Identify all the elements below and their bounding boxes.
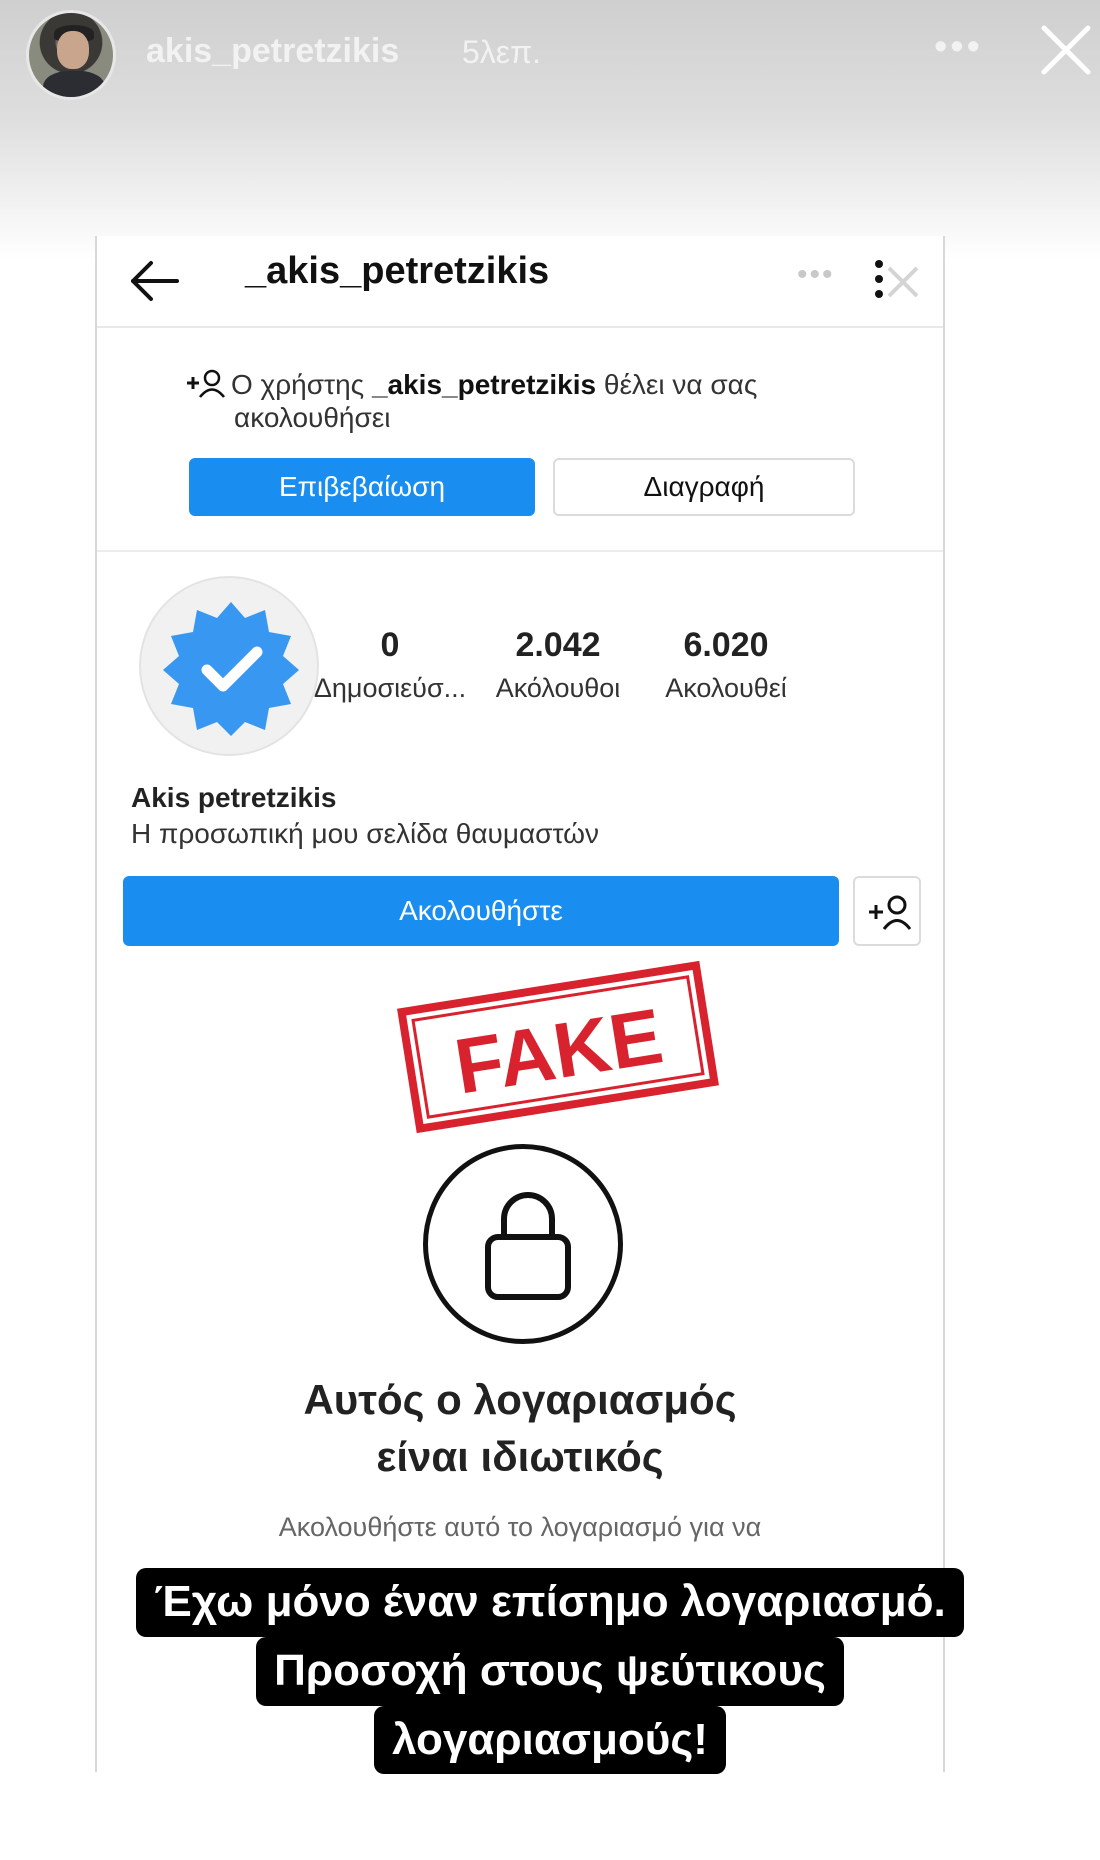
request-prefix: Ο χρήστης [231, 369, 372, 400]
more-options-icon[interactable]: ••• [934, 26, 983, 69]
caption-line3: λογαριασμούς! [374, 1705, 726, 1775]
follow-button[interactable]: Ακολουθήστε [123, 876, 839, 946]
follow-request-text: Ο χρήστης _akis_petretzikis θέλει να σας [185, 368, 757, 402]
private-title-line2: είναι ιδιωτικός [376, 1432, 664, 1480]
private-account-subtitle: Ακολουθήστε αυτό το λογαριασμό για να [278, 1512, 762, 1542]
lock-icon [485, 1192, 571, 1300]
stat-following-label: Ακολουθεί [665, 673, 787, 703]
suggest-people-button[interactable] [853, 876, 921, 946]
stat-posts[interactable]: 0 Δημοσιεύσ... [305, 626, 475, 704]
stat-following-value: 6.020 [683, 626, 769, 664]
faded-more-icon: ••• [797, 258, 835, 291]
follow-request-text-line2: ακολουθήσει [234, 402, 391, 433]
avatar[interactable] [26, 10, 116, 100]
caption-line1: Έχω μόνο έναν επίσημο λογαριασμό. [136, 1568, 964, 1637]
profile-picture[interactable] [139, 576, 319, 756]
close-icon[interactable] [1036, 20, 1096, 80]
profile-screenshot: _akis_petretzikis ••• Ο χρήστης _akis_pe… [95, 236, 945, 1772]
story-username[interactable]: akis_petretzikis [146, 32, 399, 71]
profile-handle: _akis_petretzikis [245, 250, 550, 292]
private-title-line1: Αυτός ο λογαριασμός [303, 1376, 737, 1423]
story-timestamp: 5λεπ. [462, 34, 542, 70]
stat-posts-label: Δημοσιεύσ... [313, 673, 467, 703]
caption-line2: Προσοχή στους ψεύτικους [256, 1636, 844, 1706]
request-suffix: θέλει να σας [596, 369, 758, 400]
add-person-icon [187, 369, 225, 398]
private-account-title: Αυτός ο λογαριασμός είναι ιδιωτικός [97, 1372, 943, 1485]
profile-name: Akis petretzikis [131, 782, 337, 813]
confirm-button[interactable]: Επιβεβαίωση [189, 458, 535, 516]
request-user[interactable]: _akis_petretzikis [372, 369, 596, 400]
delete-button[interactable]: Διαγραφή [553, 458, 855, 516]
stat-followers-label: Ακόλουθοι [495, 673, 621, 703]
faded-close-icon [887, 266, 919, 298]
private-lock [423, 1144, 623, 1344]
add-person-icon [869, 895, 911, 930]
stat-posts-value: 0 [380, 626, 400, 664]
verified-badge-icon [163, 602, 299, 736]
profile-topbar: _akis_petretzikis ••• [97, 236, 943, 328]
divider [97, 550, 943, 552]
story-caption: Έχω μόνο έναν επίσημο λογαριασμό. Προσοχ… [0, 1568, 1100, 1775]
stat-followers[interactable]: 2.042 Ακόλουθοι [473, 626, 643, 704]
stat-following[interactable]: 6.020 Ακολουθεί [641, 626, 811, 704]
back-arrow-icon[interactable] [129, 258, 181, 304]
fake-stamp: FAKE [397, 960, 719, 1134]
profile-bio: Η προσωπική μου σελίδα θαυμαστών [131, 818, 599, 849]
stat-followers-value: 2.042 [515, 626, 601, 664]
